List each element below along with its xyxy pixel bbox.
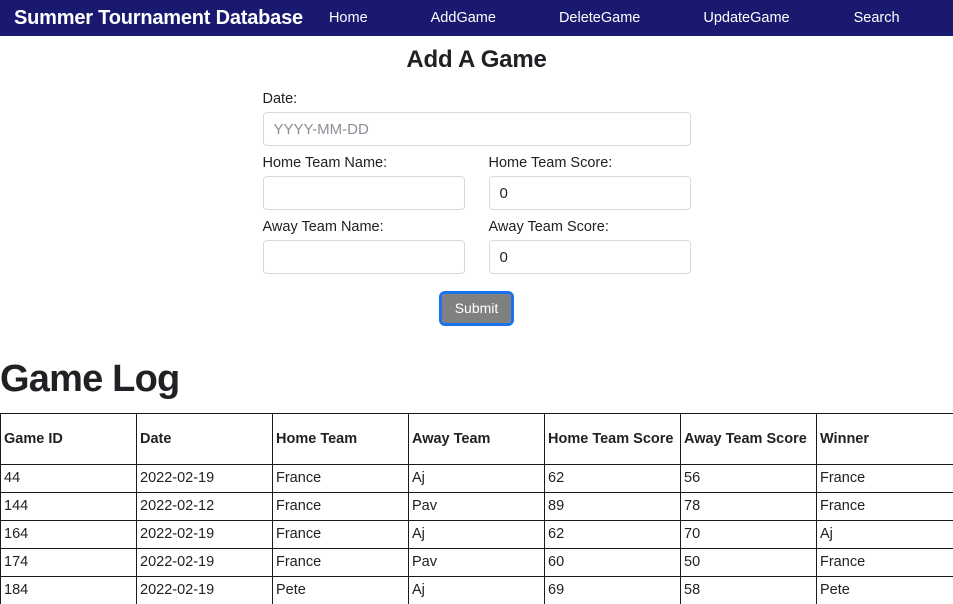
cell-away-team: Aj [408,464,545,493]
cell-date: 2022-02-12 [136,492,273,521]
cell-date: 2022-02-19 [136,520,273,549]
date-label: Date: [262,91,298,107]
add-game-section: Add A Game Date: Home Team Name: Home Te… [0,36,953,326]
cell-date: 2022-02-19 [136,576,273,604]
column-header-home-team-score: Home Team Score [544,413,681,465]
cell-game-id: 184 [0,576,137,604]
cell-away-team-score: 70 [680,520,817,549]
home-team-row: Home Team Name: Home Team Score: [262,154,691,210]
nav-link-home[interactable]: Home [327,6,370,30]
page-title: Add A Game [406,46,547,73]
cell-away-team-score: 50 [680,548,817,577]
table-row: 44 2022-02-19 France Aj 62 56 France [0,464,953,493]
cell-away-team: Pav [408,548,545,577]
add-game-form: Date: Home Team Name: Home Team Score: A… [262,90,691,326]
cell-away-team: Aj [408,576,545,604]
away-team-row: Away Team Name: Away Team Score: [262,218,691,274]
cell-away-team: Aj [408,520,545,549]
away-team-score-group: Away Team Score: [488,218,691,274]
cell-home-team: Pete [272,576,409,604]
submit-button[interactable]: Submit [438,291,515,326]
away-team-score-label: Away Team Score: [488,219,609,235]
column-header-home-team: Home Team [272,413,409,465]
nav-link-search[interactable]: Search [852,6,902,30]
cell-game-id: 144 [0,492,137,521]
home-team-name-group: Home Team Name: [262,154,465,210]
table-row: 164 2022-02-19 France Aj 62 70 Aj [0,520,953,549]
cell-home-team: France [272,464,409,493]
away-team-score-input[interactable] [488,240,691,274]
cell-home-team: France [272,520,409,549]
table-header-row: Game ID Date Home Team Away Team Home Te… [0,413,953,465]
cell-game-id: 164 [0,520,137,549]
cell-home-team-score: 89 [544,492,681,521]
cell-winner: France [816,492,953,521]
cell-winner: France [816,548,953,577]
nav-link-addgame[interactable]: AddGame [429,6,498,30]
home-team-score-group: Home Team Score: [488,154,691,210]
nav-link-deletegame[interactable]: DeleteGame [557,6,642,30]
cell-game-id: 44 [0,464,137,493]
nav-link-updategame[interactable]: UpdateGame [701,6,791,30]
column-header-date: Date [136,413,273,465]
home-team-name-input[interactable] [262,176,465,210]
cell-home-team: France [272,548,409,577]
game-log-table-body: 44 2022-02-19 France Aj 62 56 France 144… [0,464,953,604]
column-header-away-team: Away Team [408,413,545,465]
submit-row: Submit [263,291,691,326]
game-log-table: Game ID Date Home Team Away Team Home Te… [0,413,953,604]
cell-winner: Pete [816,576,953,604]
cell-home-team-score: 62 [544,520,681,549]
cell-away-team-score: 78 [680,492,817,521]
cell-home-team-score: 62 [544,464,681,493]
column-header-away-team-score: Away Team Score [680,413,817,465]
home-team-score-label: Home Team Score: [488,155,613,171]
home-team-name-label: Home Team Name: [262,155,388,171]
date-input[interactable] [262,112,691,146]
game-log-section: Game Log Game ID Date Home Team Away Tea… [0,357,953,604]
site-brand: Summer Tournament Database [14,6,303,29]
cell-home-team: France [272,492,409,521]
cell-home-team-score: 69 [544,576,681,604]
away-team-name-input[interactable] [262,240,465,274]
cell-away-team: Pav [408,492,545,521]
top-navbar: Summer Tournament Database Home AddGame … [0,0,953,36]
column-header-winner: Winner [816,413,953,465]
table-row: 184 2022-02-19 Pete Aj 69 58 Pete [0,576,953,604]
home-team-score-input[interactable] [488,176,691,210]
cell-away-team-score: 56 [680,464,817,493]
table-row: 174 2022-02-19 France Pav 60 50 France [0,548,953,577]
nav-links: Home AddGame DeleteGame UpdateGame Searc… [327,6,953,30]
column-header-game-id: Game ID [0,413,137,465]
cell-date: 2022-02-19 [136,548,273,577]
away-team-name-group: Away Team Name: [262,218,465,274]
game-log-table-head: Game ID Date Home Team Away Team Home Te… [0,413,953,465]
cell-date: 2022-02-19 [136,464,273,493]
game-log-title: Game Log [0,358,180,400]
cell-away-team-score: 58 [680,576,817,604]
cell-home-team-score: 60 [544,548,681,577]
cell-game-id: 174 [0,548,137,577]
cell-winner: France [816,464,953,493]
away-team-name-label: Away Team Name: [262,219,384,235]
cell-winner: Aj [816,520,953,549]
table-row: 144 2022-02-12 France Pav 89 78 France [0,492,953,521]
